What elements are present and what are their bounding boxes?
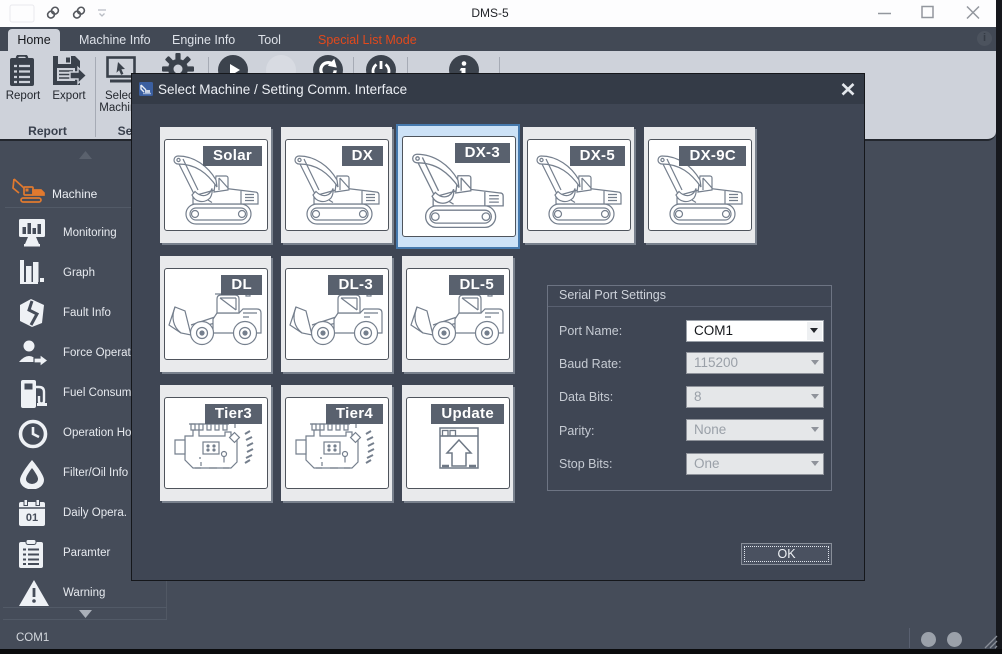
- svg-text:01: 01: [26, 512, 38, 524]
